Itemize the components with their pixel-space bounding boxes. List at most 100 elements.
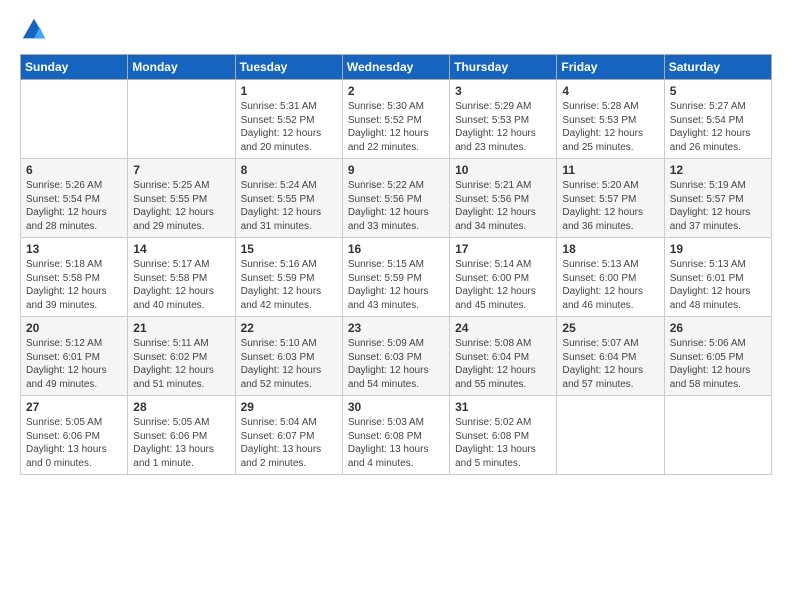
- day-info: Sunrise: 5:09 AM Sunset: 6:03 PM Dayligh…: [348, 337, 444, 391]
- day-number: 2: [348, 84, 444, 98]
- calendar-cell: 3 Sunrise: 5:29 AM Sunset: 5:53 PM Daylig…: [450, 80, 557, 159]
- calendar-cell: [557, 396, 664, 475]
- day-number: 1: [241, 84, 337, 98]
- day-info: Sunrise: 5:07 AM Sunset: 6:04 PM Dayligh…: [562, 337, 658, 391]
- day-number: 8: [241, 163, 337, 177]
- calendar-cell: [21, 80, 128, 159]
- page: SundayMondayTuesdayWednesdayThursdayFrid…: [0, 0, 792, 485]
- day-info: Sunrise: 5:13 AM Sunset: 6:01 PM Dayligh…: [670, 258, 766, 312]
- day-number: 5: [670, 84, 766, 98]
- calendar-cell: 20Sunrise: 5:12 AM Sunset: 6:01 PM Dayli…: [21, 317, 128, 396]
- day-info: Sunrise: 5:25 AM Sunset: 5:55 PM Dayligh…: [133, 179, 229, 233]
- calendar-cell: 4Sunrise: 5:28 AM Sunset: 5:53 PM Daylig…: [557, 80, 664, 159]
- day-info: Sunrise: 5:30 AM Sunset: 5:52 PM Dayligh…: [348, 100, 444, 154]
- day-number: 31: [455, 400, 551, 414]
- day-info: Sunrise: 5:08 AM Sunset: 6:04 PM Dayligh…: [455, 337, 551, 391]
- day-info: Sunrise: 5:10 AM Sunset: 6:03 PM Dayligh…: [241, 337, 337, 391]
- day-info: Sunrise: 5:20 AM Sunset: 5:57 PM Dayligh…: [562, 179, 658, 233]
- day-info: Sunrise: 5:26 AM Sunset: 5:54 PM Dayligh…: [26, 179, 122, 233]
- day-info: Sunrise: 5:22 AM Sunset: 5:56 PM Dayligh…: [348, 179, 444, 233]
- day-number: 9: [348, 163, 444, 177]
- header-cell-sunday: Sunday: [21, 55, 128, 80]
- calendar-cell: 19 Sunrise: 5:13 AM Sunset: 6:01 PM Dayli…: [664, 238, 771, 317]
- header-cell-saturday: Saturday: [664, 55, 771, 80]
- header-cell-friday: Friday: [557, 55, 664, 80]
- calendar-cell: 18 Sunrise: 5:13 AM Sunset: 6:00 PM Dayli…: [557, 238, 664, 317]
- calendar-week-4: 27Sunrise: 5:05 AM Sunset: 6:06 PM Dayli…: [21, 396, 772, 475]
- header-cell-wednesday: Wednesday: [342, 55, 449, 80]
- day-info: Sunrise: 5:02 AM Sunset: 6:08 PM Dayligh…: [455, 416, 551, 470]
- day-info: Sunrise: 5:14 AM Sunset: 6:00 PM Dayligh…: [455, 258, 551, 312]
- day-info: Sunrise: 5:18 AM Sunset: 5:58 PM Dayligh…: [26, 258, 122, 312]
- day-number: 11: [562, 163, 658, 177]
- calendar-cell: 15 Sunrise: 5:16 AM Sunset: 5:59 PM Dayli…: [235, 238, 342, 317]
- day-number: 26: [670, 321, 766, 335]
- header-row: SundayMondayTuesdayWednesdayThursdayFrid…: [21, 55, 772, 80]
- calendar-cell: 30 Sunrise: 5:03 AM Sunset: 6:08 PM Dayli…: [342, 396, 449, 475]
- day-info: Sunrise: 5:21 AM Sunset: 5:56 PM Dayligh…: [455, 179, 551, 233]
- day-number: 30: [348, 400, 444, 414]
- day-number: 20: [26, 321, 122, 335]
- calendar-cell: 11 Sunrise: 5:20 AM Sunset: 5:57 PM Dayli…: [557, 159, 664, 238]
- day-info: Sunrise: 5:13 AM Sunset: 6:00 PM Dayligh…: [562, 258, 658, 312]
- day-number: 10: [455, 163, 551, 177]
- header-cell-tuesday: Tuesday: [235, 55, 342, 80]
- day-info: Sunrise: 5:15 AM Sunset: 5:59 PM Dayligh…: [348, 258, 444, 312]
- day-info: Sunrise: 5:16 AM Sunset: 5:59 PM Dayligh…: [241, 258, 337, 312]
- calendar-cell: 24 Sunrise: 5:08 AM Sunset: 6:04 PM Dayli…: [450, 317, 557, 396]
- calendar-table: SundayMondayTuesdayWednesdayThursdayFrid…: [20, 54, 772, 475]
- calendar-body: 1 Sunrise: 5:31 AM Sunset: 5:52 PM Daylig…: [21, 80, 772, 475]
- calendar-cell: 16 Sunrise: 5:15 AM Sunset: 5:59 PM Dayli…: [342, 238, 449, 317]
- logo: [20, 16, 52, 44]
- day-number: 17: [455, 242, 551, 256]
- calendar-cell: 28Sunrise: 5:05 AM Sunset: 6:06 PM Dayli…: [128, 396, 235, 475]
- day-info: Sunrise: 5:11 AM Sunset: 6:02 PM Dayligh…: [133, 337, 229, 391]
- calendar-cell: 31 Sunrise: 5:02 AM Sunset: 6:08 PM Dayli…: [450, 396, 557, 475]
- day-number: 21: [133, 321, 229, 335]
- day-number: 24: [455, 321, 551, 335]
- day-info: Sunrise: 5:05 AM Sunset: 6:06 PM Dayligh…: [26, 416, 122, 470]
- day-number: 25: [562, 321, 658, 335]
- day-info: Sunrise: 5:31 AM Sunset: 5:52 PM Dayligh…: [241, 100, 337, 154]
- calendar-cell: 29 Sunrise: 5:04 AM Sunset: 6:07 PM Dayli…: [235, 396, 342, 475]
- day-info: Sunrise: 5:03 AM Sunset: 6:08 PM Dayligh…: [348, 416, 444, 470]
- day-info: Sunrise: 5:19 AM Sunset: 5:57 PM Dayligh…: [670, 179, 766, 233]
- calendar-cell: 6 Sunrise: 5:26 AM Sunset: 5:54 PM Daylig…: [21, 159, 128, 238]
- day-info: Sunrise: 5:04 AM Sunset: 6:07 PM Dayligh…: [241, 416, 337, 470]
- day-number: 16: [348, 242, 444, 256]
- calendar-week-3: 20Sunrise: 5:12 AM Sunset: 6:01 PM Dayli…: [21, 317, 772, 396]
- day-info: Sunrise: 5:17 AM Sunset: 5:58 PM Dayligh…: [133, 258, 229, 312]
- calendar-cell: 22Sunrise: 5:10 AM Sunset: 6:03 PM Dayli…: [235, 317, 342, 396]
- calendar-cell: 1 Sunrise: 5:31 AM Sunset: 5:52 PM Daylig…: [235, 80, 342, 159]
- calendar-cell: 25 Sunrise: 5:07 AM Sunset: 6:04 PM Dayli…: [557, 317, 664, 396]
- header-cell-monday: Monday: [128, 55, 235, 80]
- day-number: 19: [670, 242, 766, 256]
- day-info: Sunrise: 5:06 AM Sunset: 6:05 PM Dayligh…: [670, 337, 766, 391]
- day-number: 23: [348, 321, 444, 335]
- calendar-cell: 26 Sunrise: 5:06 AM Sunset: 6:05 PM Dayli…: [664, 317, 771, 396]
- day-number: 15: [241, 242, 337, 256]
- day-number: 29: [241, 400, 337, 414]
- day-info: Sunrise: 5:27 AM Sunset: 5:54 PM Dayligh…: [670, 100, 766, 154]
- calendar-cell: 14Sunrise: 5:17 AM Sunset: 5:58 PM Dayli…: [128, 238, 235, 317]
- calendar-cell: 17 Sunrise: 5:14 AM Sunset: 6:00 PM Dayli…: [450, 238, 557, 317]
- calendar-cell: 9 Sunrise: 5:22 AM Sunset: 5:56 PM Daylig…: [342, 159, 449, 238]
- day-number: 3: [455, 84, 551, 98]
- calendar-cell: 12 Sunrise: 5:19 AM Sunset: 5:57 PM Dayli…: [664, 159, 771, 238]
- day-number: 6: [26, 163, 122, 177]
- day-info: Sunrise: 5:28 AM Sunset: 5:53 PM Dayligh…: [562, 100, 658, 154]
- day-info: Sunrise: 5:29 AM Sunset: 5:53 PM Dayligh…: [455, 100, 551, 154]
- calendar-cell: 2 Sunrise: 5:30 AM Sunset: 5:52 PM Daylig…: [342, 80, 449, 159]
- day-number: 12: [670, 163, 766, 177]
- calendar-cell: 5 Sunrise: 5:27 AM Sunset: 5:54 PM Daylig…: [664, 80, 771, 159]
- calendar-cell: 21 Sunrise: 5:11 AM Sunset: 6:02 PM Dayli…: [128, 317, 235, 396]
- calendar-header: SundayMondayTuesdayWednesdayThursdayFrid…: [21, 55, 772, 80]
- calendar-week-1: 6 Sunrise: 5:26 AM Sunset: 5:54 PM Daylig…: [21, 159, 772, 238]
- calendar-cell: [128, 80, 235, 159]
- calendar-week-2: 13 Sunrise: 5:18 AM Sunset: 5:58 PM Dayli…: [21, 238, 772, 317]
- calendar-cell: 8 Sunrise: 5:24 AM Sunset: 5:55 PM Daylig…: [235, 159, 342, 238]
- day-number: 13: [26, 242, 122, 256]
- day-info: Sunrise: 5:24 AM Sunset: 5:55 PM Dayligh…: [241, 179, 337, 233]
- calendar-cell: 23 Sunrise: 5:09 AM Sunset: 6:03 PM Dayli…: [342, 317, 449, 396]
- day-number: 18: [562, 242, 658, 256]
